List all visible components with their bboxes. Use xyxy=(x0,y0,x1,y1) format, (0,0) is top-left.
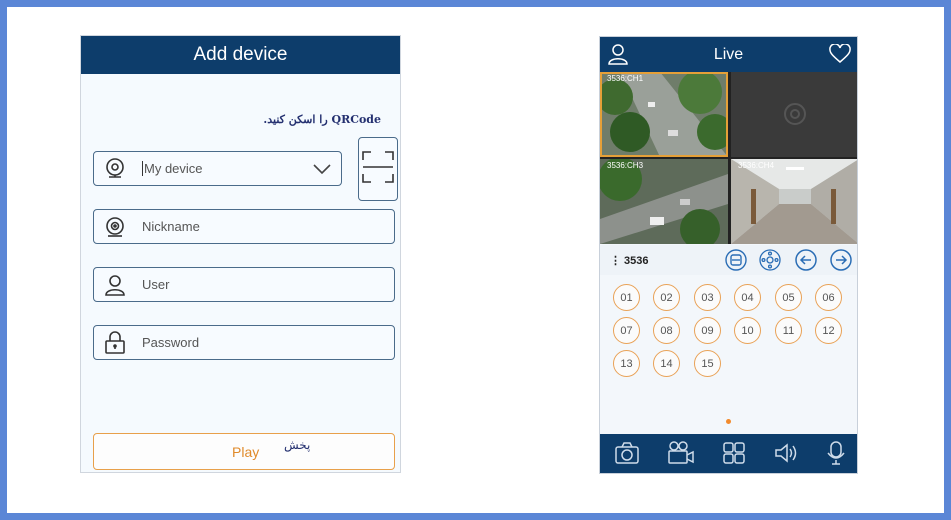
password-field[interactable]: Password xyxy=(93,325,395,360)
device-control-bar: ⋮ 3536 xyxy=(600,245,857,276)
play-button-label-fa: پخش xyxy=(284,438,311,452)
channel-button[interactable]: 12 xyxy=(815,317,842,344)
webcam-icon xyxy=(102,156,128,182)
user-field[interactable]: User xyxy=(93,267,395,302)
play-button[interactable]: Play پخش xyxy=(93,433,395,470)
lock-icon xyxy=(102,330,128,356)
arrow-right-icon[interactable] xyxy=(829,248,853,276)
device-name[interactable]: ⋮ 3536 xyxy=(610,254,710,267)
add-device-screen: Add device QRCode را اسکن کنید. My devic… xyxy=(80,35,401,473)
user-icon xyxy=(102,272,128,298)
arrow-left-icon[interactable] xyxy=(794,248,818,276)
channel-button[interactable]: 13 xyxy=(613,350,640,377)
channel-button[interactable]: 05 xyxy=(775,284,802,311)
channel-button[interactable]: 14 xyxy=(653,350,680,377)
video-tile-4[interactable]: 3536:CH4 xyxy=(731,159,857,244)
page-title: Live xyxy=(713,45,744,63)
speaker-icon[interactable] xyxy=(773,441,799,469)
channel-button[interactable]: 07 xyxy=(613,317,640,344)
channel-button[interactable]: 01 xyxy=(613,284,640,311)
chevron-down-icon[interactable] xyxy=(312,161,332,180)
video-tile-2[interactable] xyxy=(731,72,857,157)
device-select[interactable]: My device xyxy=(93,151,342,186)
grid-layout-icon[interactable] xyxy=(722,441,746,469)
add-device-header: Add device xyxy=(81,36,400,74)
channel-button[interactable]: 02 xyxy=(653,284,680,311)
password-placeholder: Password xyxy=(142,335,200,350)
fit-screen-icon[interactable] xyxy=(724,248,748,276)
video-tile-1[interactable]: 3536:CH1 xyxy=(600,72,728,157)
bottom-toolbar xyxy=(600,434,857,473)
channel-button[interactable]: 09 xyxy=(694,317,721,344)
camera-device-icon xyxy=(102,214,128,240)
page-indicator-dot xyxy=(726,419,731,424)
channel-button[interactable]: 04 xyxy=(734,284,761,311)
user-placeholder: User xyxy=(142,277,170,292)
channel-button[interactable]: 06 xyxy=(815,284,842,311)
qr-scan-hint: QRCode را اسکن کنید. xyxy=(263,113,381,126)
hallway-feed-image xyxy=(731,159,857,244)
microphone-icon[interactable] xyxy=(826,440,846,470)
tile-label: 3536:CH1 xyxy=(607,74,644,83)
road-feed-image xyxy=(600,159,728,244)
street-feed-image xyxy=(600,72,728,157)
tile-label: 3536:CH3 xyxy=(607,161,644,170)
user-icon[interactable] xyxy=(608,43,628,70)
device-select-value: My device xyxy=(144,161,203,176)
no-signal-icon xyxy=(783,102,807,130)
video-tile-3[interactable]: 3536:CH3 xyxy=(600,159,728,244)
channel-button[interactable]: 08 xyxy=(653,317,680,344)
channel-button[interactable]: 15 xyxy=(694,350,721,377)
heart-icon[interactable] xyxy=(829,43,851,69)
channel-button[interactable]: 03 xyxy=(694,284,721,311)
channel-button[interactable]: 10 xyxy=(734,317,761,344)
text-caret xyxy=(142,161,143,176)
qr-scan-button[interactable] xyxy=(358,137,398,201)
page-title: Add device xyxy=(193,44,288,65)
ptz-icon[interactable] xyxy=(758,248,782,276)
live-header: Live xyxy=(600,37,857,72)
play-button-label: Play xyxy=(232,444,260,460)
nickname-field[interactable]: Nickname xyxy=(93,209,395,244)
channel-button[interactable]: 11 xyxy=(775,317,802,344)
qr-scan-icon xyxy=(361,150,395,188)
tile-label: 3536:CH4 xyxy=(738,161,775,170)
record-icon[interactable] xyxy=(667,440,695,469)
nickname-placeholder: Nickname xyxy=(142,219,200,234)
camera-snapshot-icon[interactable] xyxy=(614,441,640,469)
live-screen: Live 3536:CH1 3536:CH3 3536:CH4 ⋮ 3536 0… xyxy=(599,36,858,474)
video-grid: 3536:CH1 3536:CH3 3536:CH4 xyxy=(600,72,857,244)
